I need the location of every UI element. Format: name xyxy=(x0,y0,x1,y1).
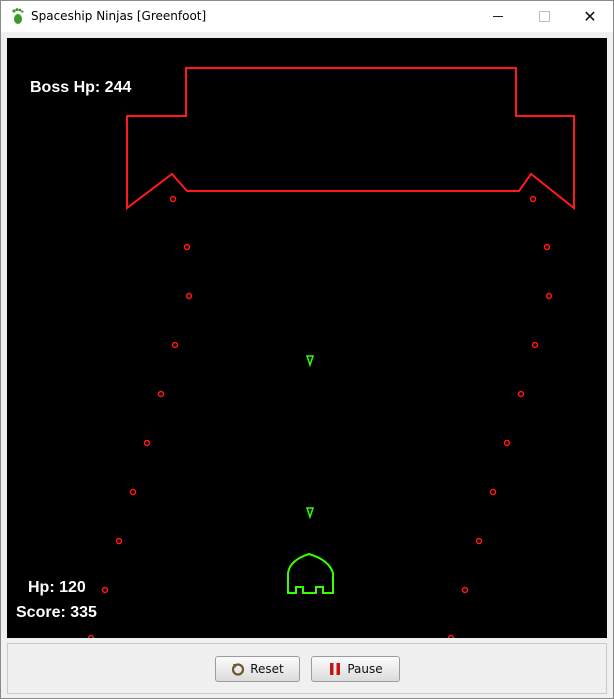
boss-bullet xyxy=(185,292,193,300)
window-title: Spaceship Ninjas [Greenfoot] xyxy=(31,9,207,23)
boss-bullet xyxy=(157,390,165,398)
boss-bullet xyxy=(115,537,123,545)
reset-label: Reset xyxy=(250,662,284,676)
maximize-button[interactable] xyxy=(521,1,567,32)
game-world[interactable]: Boss Hp: 244 Hp: 120 Score: 335 xyxy=(7,38,607,638)
greenfoot-window: Spaceship Ninjas [Greenfoot] ✕ Boss Hp: … xyxy=(0,0,614,699)
reset-button[interactable]: Reset xyxy=(215,656,300,682)
pause-button[interactable]: Pause xyxy=(311,656,400,682)
boss-bullet xyxy=(545,292,553,300)
boss-bullet xyxy=(447,634,455,638)
score-label: Score: 335 xyxy=(16,604,97,621)
pause-label: Pause xyxy=(347,662,383,676)
boss-bullet xyxy=(461,586,469,594)
boss-bullet xyxy=(517,390,525,398)
boss-bullet xyxy=(171,341,179,349)
game-scene xyxy=(87,67,575,638)
greenfoot-footprint-icon xyxy=(12,8,24,24)
player-ship xyxy=(287,552,334,594)
boss-bullet xyxy=(169,195,177,203)
boss-bullet xyxy=(503,439,511,447)
boss-bullet xyxy=(129,488,137,496)
minimize-icon xyxy=(493,16,503,17)
close-icon: ✕ xyxy=(583,6,597,26)
boss-bullet xyxy=(475,537,483,545)
minimize-button[interactable] xyxy=(475,1,521,32)
pause-icon xyxy=(330,663,341,675)
title-bar[interactable]: Spaceship Ninjas [Greenfoot] ✕ xyxy=(1,1,613,32)
boss-bullet xyxy=(543,243,551,251)
player-hp-label: Hp: 120 xyxy=(28,579,86,596)
close-button[interactable]: ✕ xyxy=(567,1,613,32)
boss-bullet xyxy=(183,243,191,251)
boss-bullet xyxy=(101,586,109,594)
player-bullet xyxy=(305,355,315,368)
boss-hp-label: Boss Hp: 244 xyxy=(30,79,132,96)
boss-bullet xyxy=(531,341,539,349)
player-bullet xyxy=(305,507,315,520)
boss-bullet xyxy=(143,439,151,447)
control-panel: Reset Pause xyxy=(7,643,607,694)
boss-ship xyxy=(126,67,575,211)
boss-bullet xyxy=(87,634,95,638)
boss-bullet xyxy=(489,488,497,496)
boss-bullet xyxy=(529,195,537,203)
maximize-icon xyxy=(538,11,550,22)
reset-icon xyxy=(232,663,245,676)
